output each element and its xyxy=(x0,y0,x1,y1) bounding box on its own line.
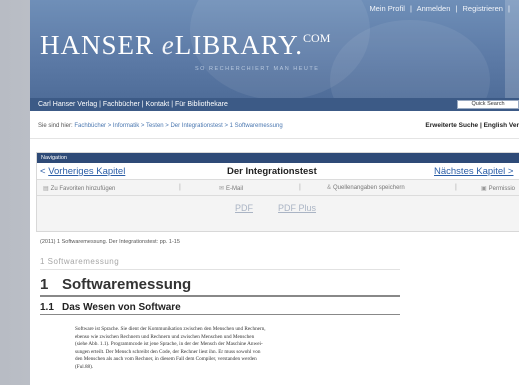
email-label: E-Mail xyxy=(226,186,244,192)
pdf-plus-link[interactable]: PDF Plus xyxy=(278,203,316,213)
chapter-heading: 1 Softwaremessung xyxy=(40,276,400,297)
advanced-search-link[interactable]: Erweiterte Suche | English Ver xyxy=(425,122,519,129)
logo-hanser: HANSER xyxy=(40,30,155,60)
email-button[interactable]: ✉ E-Mail xyxy=(219,185,243,192)
tool-separator: | xyxy=(299,184,301,191)
save-citation-button[interactable]: & Quellenangaben speichern xyxy=(327,185,405,191)
chapter-number: 1 xyxy=(40,276,49,293)
register-link[interactable]: Registrieren xyxy=(463,4,503,13)
body-line: (siehe Abb. 1.1). Programmcode ist jene … xyxy=(75,341,263,348)
pdf-link[interactable]: PDF xyxy=(235,203,253,213)
breadcrumb-prefix: Sie sind hier: xyxy=(38,123,73,129)
email-icon: ✉ xyxy=(219,186,225,192)
body-line: den Menschen als auch vom Rechner, in di… xyxy=(75,356,257,363)
navigation-panel: Navigation < Vorheriges Kapitel Der Inte… xyxy=(36,152,519,232)
body-line: sungen erteilt. Der Mensch schreibt den … xyxy=(75,348,261,355)
permissions-label: Permissio xyxy=(488,186,516,192)
quick-search-placeholder: Quick Search xyxy=(471,101,505,107)
chapter-citation: (2011) 1 Softwaremessung. Der Integratio… xyxy=(40,239,180,245)
section-number: 1.1 xyxy=(40,302,54,313)
section-label: 1 Softwaremessung xyxy=(40,256,400,270)
tool-row: ▤ Zu Favoriten hinzufügen | ✉ E-Mail | & Qu… xyxy=(37,180,519,196)
breadcrumb-row: Sie sind hier: Fachbücher > Informatik >… xyxy=(30,111,519,139)
chapter-heading-title: Softwaremessung xyxy=(62,276,192,293)
links-bar-text[interactable]: Carl Hanser Verlag | Fachbücher | Kontak… xyxy=(38,101,228,108)
body-line: Software ist Sprache. Sie dient der Komm… xyxy=(75,326,266,332)
tool-separator: | xyxy=(179,184,181,191)
breadcrumb: Sie sind hier: Fachbücher > Informatik >… xyxy=(38,123,283,129)
body-line: (Ful.88). xyxy=(75,363,94,370)
tagline: SO RECHERCHIERT MAN HEUTE xyxy=(195,66,320,72)
header-edge xyxy=(505,0,519,98)
quick-search-input[interactable]: Quick Search xyxy=(457,100,519,109)
permissions-button[interactable]: ▣ Permissio xyxy=(481,185,515,192)
format-row: PDF PDF Plus xyxy=(37,196,519,226)
my-profile-link[interactable]: Mein Profil xyxy=(369,4,404,13)
save-citation-label: Quellenangaben speichern xyxy=(333,185,405,191)
permissions-icon: ▣ xyxy=(481,186,487,192)
navigation-header: Navigation xyxy=(37,153,519,163)
chapter-title: Der Integrationstest xyxy=(227,166,317,177)
add-favorite-label: Zu Favoriten hinzufügen xyxy=(50,186,116,192)
site-logo[interactable]: HANSER eLIBRARY.COM xyxy=(40,30,330,61)
logo-com: COM xyxy=(303,31,331,45)
breadcrumb-path[interactable]: Fachbücher > Informatik > Testen > Der I… xyxy=(74,123,282,129)
section-heading: 1.1 Das Wesen von Software xyxy=(40,302,400,315)
previous-chapter-label: Vorheriges Kapitel xyxy=(48,166,126,177)
add-favorite-button[interactable]: ▤ Zu Favoriten hinzufügen xyxy=(43,185,115,192)
logo-e: e xyxy=(161,30,175,60)
body-text: Software ist Sprache. Sie dient der Komm… xyxy=(75,326,400,372)
section-heading-title: Das Wesen von Software xyxy=(62,302,181,313)
logo-library: LIBRARY. xyxy=(174,30,304,60)
favorite-icon: ▤ xyxy=(43,186,49,192)
site-header: Mein Profil | Anmelden | Registrieren | … xyxy=(30,0,519,98)
login-link[interactable]: Anmelden xyxy=(417,4,451,13)
next-chapter-link[interactable]: Nächstes Kapitel > xyxy=(434,166,513,177)
top-nav: Mein Profil | Anmelden | Registrieren | xyxy=(369,4,513,13)
top-nav-separator: | xyxy=(508,4,510,13)
chapter-nav-row: < Vorheriges Kapitel Der Integrationstes… xyxy=(37,163,519,180)
chevron-left-icon: < xyxy=(40,166,46,177)
tool-separator: | xyxy=(455,184,457,191)
page: Mein Profil | Anmelden | Registrieren | … xyxy=(30,0,519,385)
previous-chapter-link[interactable]: < Vorheriges Kapitel xyxy=(40,166,125,177)
links-bar: Carl Hanser Verlag | Fachbücher | Kontak… xyxy=(30,98,519,111)
citation-icon: & xyxy=(327,185,332,191)
